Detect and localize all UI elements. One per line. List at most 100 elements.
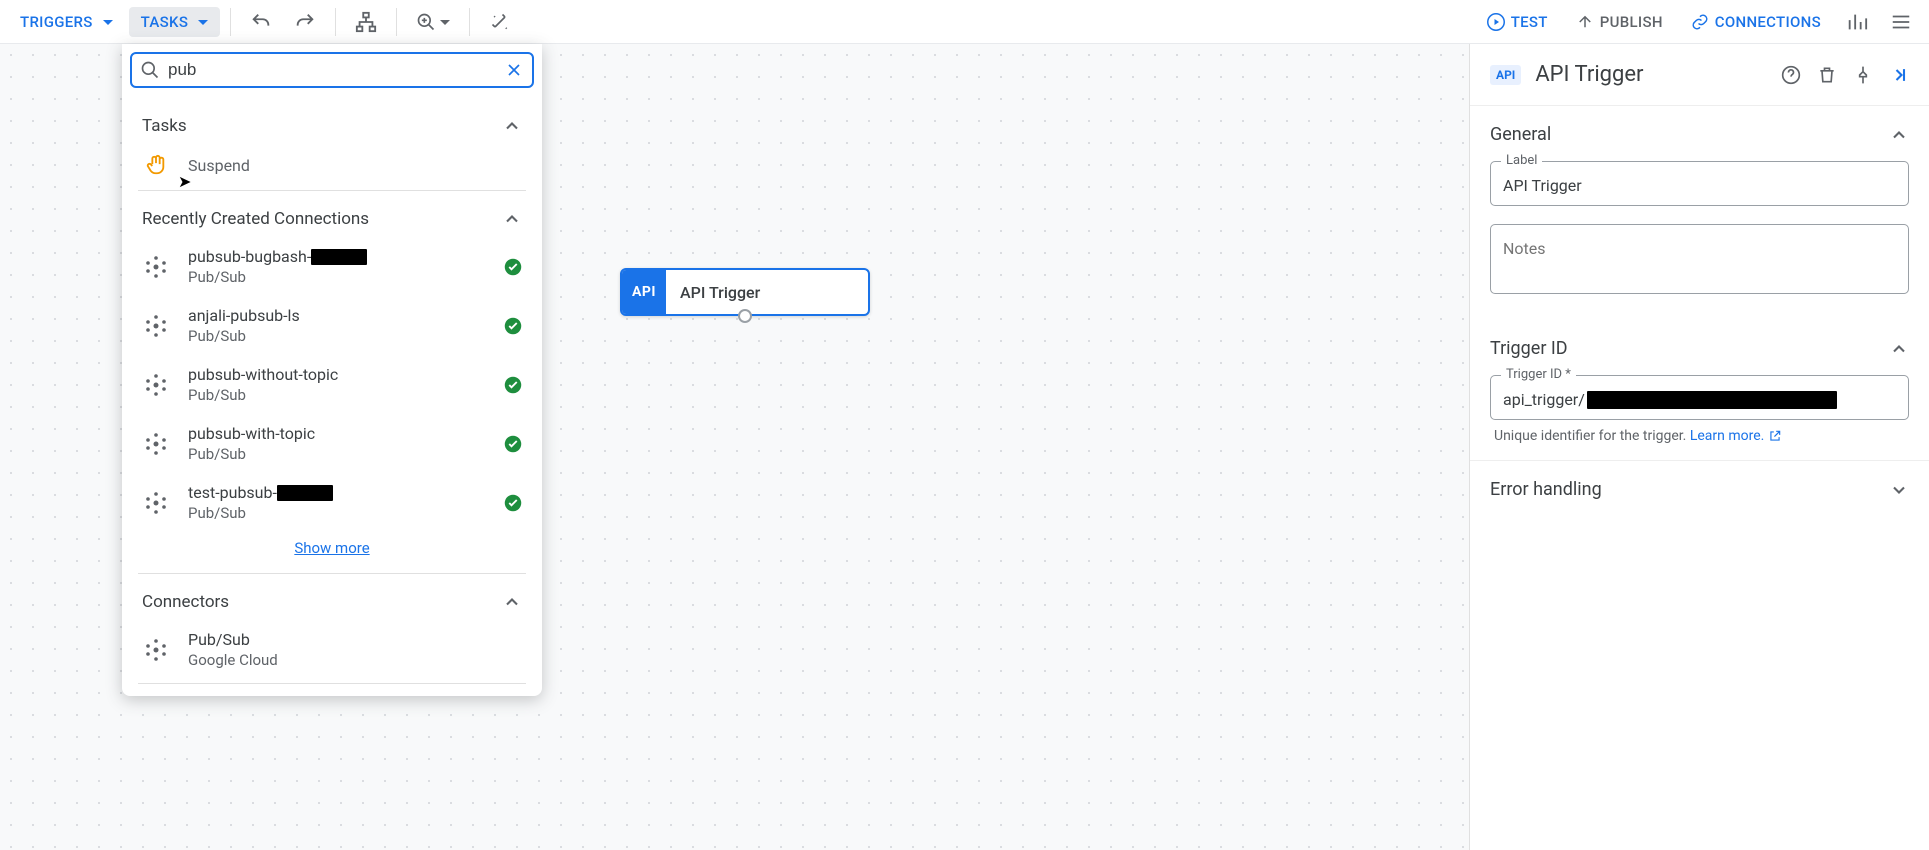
connector-title: Pub/Sub xyxy=(188,630,522,649)
trigger-id-section-header[interactable]: Trigger ID xyxy=(1490,338,1909,359)
tasks-section-header[interactable]: Tasks xyxy=(122,102,542,144)
publish-button[interactable]: PUBLISH xyxy=(1564,7,1675,37)
recent-connection-item[interactable]: pubsub-without-topic Pub/Sub xyxy=(122,355,542,414)
notes-input[interactable] xyxy=(1503,239,1896,279)
separator xyxy=(335,8,336,36)
zoom-dropdown[interactable] xyxy=(407,2,459,42)
connection-title: test-pubsub- xyxy=(188,483,486,502)
trigger-id-field-label: Trigger ID * xyxy=(1501,367,1576,382)
status-ok-icon xyxy=(504,258,522,276)
publish-label: PUBLISH xyxy=(1600,13,1663,31)
general-section-header[interactable]: General xyxy=(1490,124,1909,145)
connection-subtitle: Pub/Sub xyxy=(188,386,486,404)
label-input[interactable] xyxy=(1503,176,1896,195)
connector-icon xyxy=(142,255,170,279)
recent-connection-item[interactable]: pubsub-bugbash- Pub/Sub xyxy=(122,237,542,296)
label-field[interactable]: Label xyxy=(1490,161,1909,206)
trigger-id-value: api_trigger/ xyxy=(1503,390,1585,409)
undo-button[interactable] xyxy=(241,2,281,42)
chevron-up-icon xyxy=(502,592,522,612)
search-box[interactable] xyxy=(130,52,534,88)
general-title: General xyxy=(1490,124,1551,145)
clear-icon[interactable] xyxy=(504,60,524,80)
search-input[interactable] xyxy=(168,60,496,80)
status-ok-icon xyxy=(504,494,522,512)
notes-field[interactable] xyxy=(1490,224,1909,294)
node-badge: API xyxy=(622,270,666,314)
connection-title: pubsub-without-topic xyxy=(188,365,486,384)
tasks-dropdown[interactable]: TASKS xyxy=(129,7,221,37)
separator xyxy=(469,8,470,36)
test-button[interactable]: TEST xyxy=(1475,7,1560,37)
connection-subtitle: Pub/Sub xyxy=(188,327,486,345)
connectors-section-header[interactable]: Connectors xyxy=(122,578,542,620)
task-item-suspend[interactable]: Suspend xyxy=(122,144,542,186)
tasks-search-panel: Tasks Suspend Recently Created Connectio… xyxy=(122,44,542,696)
top-toolbar: TRIGGERS TASKS TEST PUBLISH xyxy=(0,0,1929,44)
hand-icon xyxy=(142,154,170,176)
task-title: Suspend xyxy=(188,156,522,175)
connection-title: anjali-pubsub-ls xyxy=(188,306,486,325)
status-ok-icon xyxy=(504,376,522,394)
trigger-id-field[interactable]: Trigger ID * api_trigger/ xyxy=(1490,375,1909,420)
show-more[interactable]: Show more xyxy=(122,532,542,569)
trigger-id-helper: Unique identifier for the trigger. Learn… xyxy=(1490,428,1909,444)
api-trigger-node[interactable]: API API Trigger xyxy=(620,268,870,316)
connector-item[interactable]: Pub/Sub Google Cloud xyxy=(122,620,542,679)
connector-icon xyxy=(142,373,170,397)
learn-more-link[interactable]: Learn more. xyxy=(1690,428,1782,444)
connection-subtitle: Pub/Sub xyxy=(188,268,486,286)
menu-button[interactable] xyxy=(1881,2,1921,42)
redacted xyxy=(1587,391,1837,409)
collapse-panel-icon[interactable] xyxy=(1889,65,1909,85)
connector-icon xyxy=(142,638,170,662)
connection-title: pubsub-bugbash- xyxy=(188,247,486,266)
error-handling-section[interactable]: Error handling xyxy=(1470,460,1929,518)
status-ok-icon xyxy=(504,435,522,453)
node-output-port[interactable] xyxy=(738,309,752,323)
divider xyxy=(138,190,526,191)
recent-section-title: Recently Created Connections xyxy=(142,209,369,229)
recent-connection-item[interactable]: test-pubsub- Pub/Sub xyxy=(122,473,542,532)
node-title: API Trigger xyxy=(666,283,774,302)
divider xyxy=(138,573,526,574)
test-label: TEST xyxy=(1511,13,1548,31)
connector-icon xyxy=(142,491,170,515)
connection-subtitle: Pub/Sub xyxy=(188,504,486,522)
chevron-up-icon xyxy=(1889,125,1909,145)
search-icon xyxy=(140,60,160,80)
chevron-up-icon xyxy=(1889,339,1909,359)
connections-button[interactable]: CONNECTIONS xyxy=(1679,7,1833,37)
error-handling-title: Error handling xyxy=(1490,479,1602,500)
properties-panel: API API Trigger General Label Trigger ID… xyxy=(1469,44,1929,850)
separator xyxy=(230,8,231,36)
connections-label: CONNECTIONS xyxy=(1715,13,1821,31)
recent-connection-item[interactable]: anjali-pubsub-ls Pub/Sub xyxy=(122,296,542,355)
show-more-link[interactable]: Show more xyxy=(294,539,369,557)
connector-icon xyxy=(142,432,170,456)
magic-wand-button[interactable] xyxy=(480,2,520,42)
connectors-section-title: Connectors xyxy=(142,592,229,612)
chevron-up-icon xyxy=(502,209,522,229)
tasks-section-title: Tasks xyxy=(142,116,187,136)
analytics-button[interactable] xyxy=(1837,2,1877,42)
separator xyxy=(396,8,397,36)
chevron-down-icon xyxy=(1889,480,1909,500)
chevron-up-icon xyxy=(502,116,522,136)
panel-title: API Trigger xyxy=(1535,62,1767,87)
delete-icon[interactable] xyxy=(1817,65,1837,85)
help-icon[interactable] xyxy=(1781,65,1801,85)
triggers-dropdown[interactable]: TRIGGERS xyxy=(8,7,125,37)
connector-icon xyxy=(142,314,170,338)
recent-connection-item[interactable]: pubsub-with-topic Pub/Sub xyxy=(122,414,542,473)
status-ok-icon xyxy=(504,317,522,335)
divider xyxy=(138,683,526,684)
connection-subtitle: Pub/Sub xyxy=(188,445,486,463)
pin-icon[interactable] xyxy=(1853,65,1873,85)
redo-button[interactable] xyxy=(285,2,325,42)
trigger-id-title: Trigger ID xyxy=(1490,338,1568,359)
recent-section-header[interactable]: Recently Created Connections xyxy=(122,195,542,237)
layout-button[interactable] xyxy=(346,2,386,42)
connection-title: pubsub-with-topic xyxy=(188,424,486,443)
panel-badge: API xyxy=(1490,65,1521,85)
